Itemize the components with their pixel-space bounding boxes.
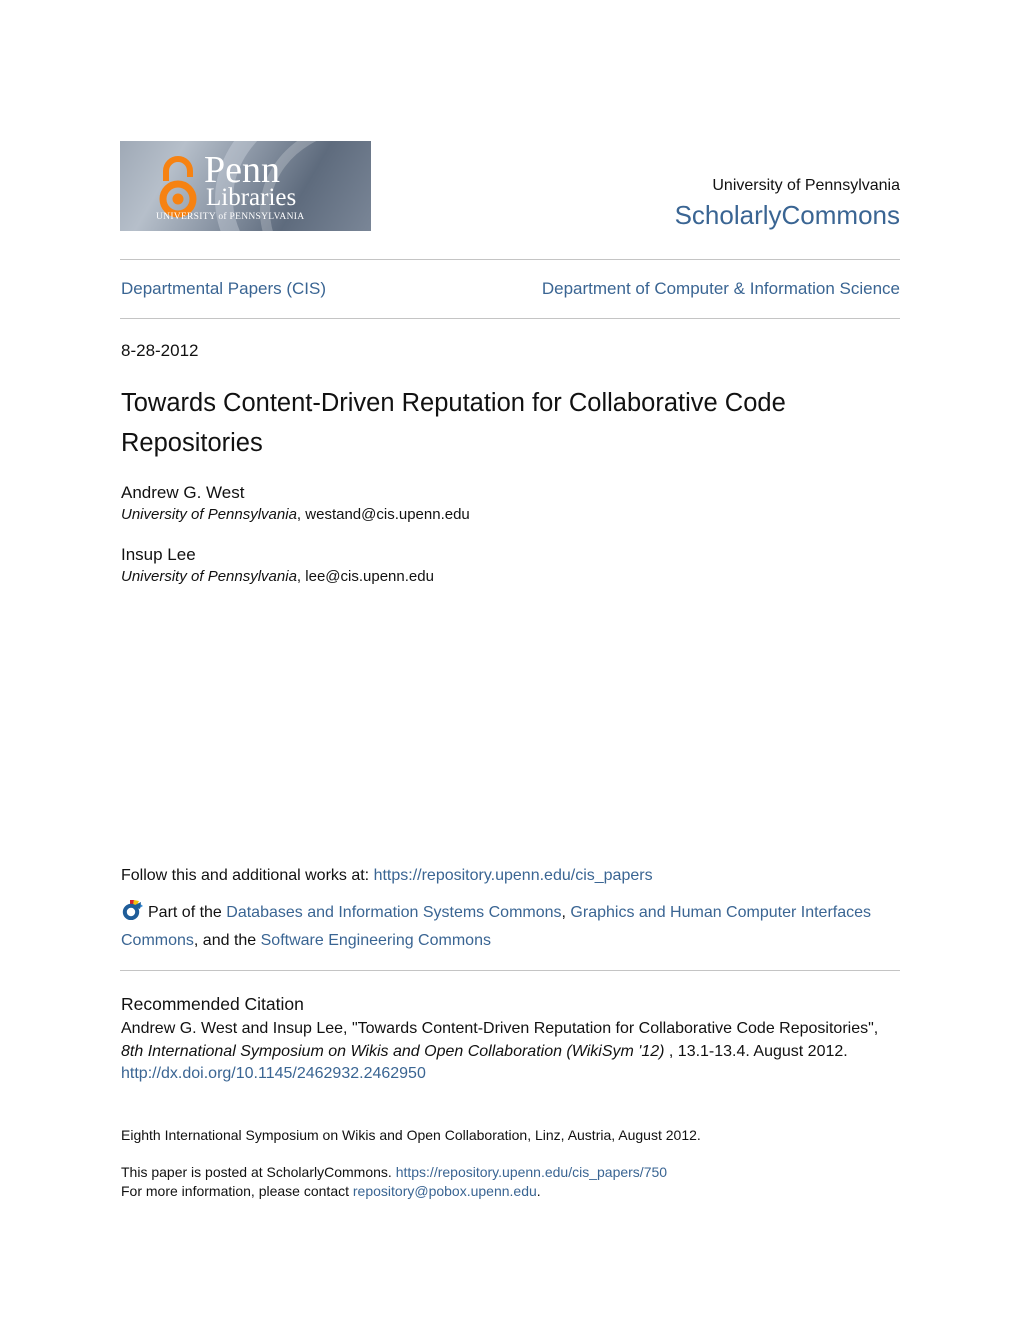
repository-header: University of Pennsylvania ScholarlyComm… [675, 176, 900, 231]
posted-prefix: This paper is posted at ScholarlyCommons… [121, 1164, 396, 1180]
paper-permalink[interactable]: https://repository.upenn.edu/cis_papers/… [396, 1164, 667, 1180]
penn-libraries-logo[interactable]: Penn Libraries UNIVERSITY of PENNSYLVANI… [120, 141, 371, 231]
affiliation-name: University of Pennsylvania [121, 506, 297, 523]
university-name: University of Pennsylvania [712, 177, 900, 194]
author-name: Insup Lee [121, 545, 196, 564]
doi-link[interactable]: http://dx.doi.org/10.1145/2462932.246295… [121, 1065, 426, 1082]
author-email: lee@cis.upenn.edu [305, 568, 434, 585]
citation-heading: Recommended Citation [121, 994, 304, 1014]
citation-venue: 8th International Symposium on Wikis and… [121, 1042, 665, 1060]
citation-body: Andrew G. West and Insup Lee, "Towards C… [121, 1018, 911, 1086]
department-link[interactable]: Department of Computer & Information Sci… [542, 279, 900, 299]
author-block: Insup Lee University of Pennsylvania, le… [121, 545, 434, 587]
publication-date: 8-28-2012 [121, 341, 199, 360]
citation-text: Andrew G. West and Insup Lee, "Towards C… [121, 1020, 879, 1037]
divider [120, 318, 900, 319]
author-block: Andrew G. West University of Pennsylvani… [121, 483, 470, 525]
citation-details: , 13.1-13.4. August 2012. [664, 1042, 848, 1060]
author-affiliation: University of Pennsylvania, lee@cis.upen… [121, 568, 434, 585]
author-affiliation: University of Pennsylvania, westand@cis.… [121, 506, 470, 523]
bepress-network-icon [122, 900, 143, 920]
paper-title: Towards Content-Driven Reputation for Co… [121, 389, 786, 457]
follow-prefix: Follow this and additional works at: [121, 867, 374, 884]
affiliation-name: University of Pennsylvania [121, 568, 297, 585]
author-email: westand@cis.upenn.edu [305, 506, 470, 523]
contact-suffix: . [536, 1183, 541, 1199]
commons-link-databases[interactable]: Databases and Information Systems Common… [226, 904, 561, 921]
open-access-lock-icon [159, 156, 197, 218]
separator: , and the [193, 932, 261, 949]
event-note: Eighth International Symposium on Wikis … [121, 1127, 701, 1143]
commons-link-software-engineering[interactable]: Software Engineering Commons [261, 932, 491, 949]
follow-line: Follow this and additional works at: htt… [121, 866, 653, 886]
logo-university-text: UNIVERSITY of PENNSYLVANIA [156, 212, 305, 222]
scholarlycommons-link[interactable]: ScholarlyCommons [675, 199, 900, 231]
posted-note: This paper is posted at ScholarlyCommons… [121, 1163, 667, 1201]
series-link[interactable]: Departmental Papers (CIS) [121, 279, 326, 299]
contact-prefix: For more information, please contact [121, 1183, 353, 1199]
part-of-prefix: Part of the [148, 904, 227, 921]
contact-email-link[interactable]: repository@pobox.upenn.edu [353, 1183, 537, 1199]
part-of-line: Part of the Databases and Information Sy… [121, 898, 906, 955]
collection-link[interactable]: https://repository.upenn.edu/cis_papers [374, 867, 653, 884]
divider [120, 259, 900, 260]
author-name: Andrew G. West [121, 483, 245, 502]
divider [120, 970, 900, 971]
logo-libraries-text: Libraries [206, 184, 297, 211]
